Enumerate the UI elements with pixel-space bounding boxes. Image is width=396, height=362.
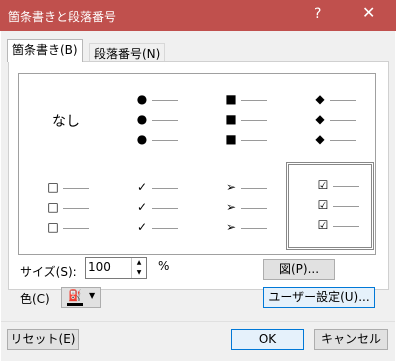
- cancel-button[interactable]: キャンセル: [314, 329, 388, 350]
- reset-button[interactable]: リセット(E): [7, 329, 79, 350]
- filled-circle-icon: ●: [136, 92, 148, 106]
- bullet-option-hollow-square[interactable]: □ □ □: [19, 164, 103, 244]
- diamond-icon: ◆: [315, 112, 325, 126]
- diamond-icon: ◆: [315, 92, 325, 106]
- color-picker-button[interactable]: ⛽ ▼: [61, 287, 101, 308]
- tab-bullets-label: 箇条書き(B): [12, 43, 78, 57]
- none-label: なし: [52, 114, 80, 130]
- bullet-option-arrowhead[interactable]: ➢ ➢ ➢: [197, 164, 281, 244]
- close-button[interactable]: ✕: [362, 3, 375, 22]
- customize-button[interactable]: ユーザー設定(U)...: [263, 287, 375, 308]
- checkbox-icon: ☑: [317, 198, 329, 212]
- size-unit: %: [158, 259, 170, 273]
- window-title: 箇条書きと段落番号: [8, 10, 117, 24]
- hollow-square-icon: □: [47, 220, 59, 234]
- bullet-option-check[interactable]: ✓ ✓ ✓: [108, 164, 192, 244]
- check-icon: ✓: [136, 180, 148, 194]
- check-icon: ✓: [136, 200, 148, 214]
- arrowhead-icon: ➢: [225, 220, 237, 234]
- hollow-square-icon: □: [47, 180, 59, 194]
- checkbox-icon: ☑: [317, 178, 329, 192]
- bullet-option-none[interactable]: なし: [19, 74, 103, 154]
- chevron-down-icon: ▼: [89, 291, 96, 300]
- filled-circle-icon: ●: [136, 112, 148, 126]
- tab-numbering-label: 段落番号(N): [94, 47, 161, 61]
- filled-square-icon: ■: [225, 92, 237, 106]
- bullets-tab-pane: なし ● ● ● ■ ■ ■ ◆ ◆ ◆ □ □ □ ✓ ✓ ✓ ➢ ➢ ➢ ☑…: [8, 61, 389, 290]
- spin-down-icon[interactable]: ▼: [132, 268, 146, 278]
- size-input[interactable]: [88, 259, 128, 275]
- bullet-option-filled-square[interactable]: ■ ■ ■: [197, 74, 281, 154]
- filled-square-icon: ■: [225, 132, 237, 146]
- size-label: サイズ(S):: [20, 265, 77, 279]
- bullet-option-diamond[interactable]: ◆ ◆ ◆: [286, 74, 370, 154]
- color-swatch: [67, 303, 83, 306]
- size-spin-buttons[interactable]: ▲ ▼: [131, 258, 146, 278]
- tab-bullets[interactable]: 箇条書き(B): [7, 39, 83, 62]
- filled-square-icon: ■: [225, 112, 237, 126]
- divider: [1, 321, 395, 322]
- filled-circle-icon: ●: [136, 132, 148, 146]
- dialog-body: 箇条書き(B) 段落番号(N) なし ● ● ● ■ ■ ■ ◆ ◆ ◆ □ □…: [1, 31, 395, 361]
- picture-button[interactable]: 図(P)...: [263, 259, 335, 280]
- diamond-icon: ◆: [315, 132, 325, 146]
- check-icon: ✓: [136, 220, 148, 234]
- arrowhead-icon: ➢: [225, 180, 237, 194]
- spin-up-icon[interactable]: ▲: [132, 258, 146, 268]
- help-button[interactable]: ?: [314, 6, 321, 22]
- bullet-option-checkbox-selected[interactable]: ☑ ☑ ☑: [286, 162, 374, 250]
- title-bar: 箇条書きと段落番号 ? ✕: [0, 0, 396, 31]
- bullet-gallery: なし ● ● ● ■ ■ ■ ◆ ◆ ◆ □ □ □ ✓ ✓ ✓ ➢ ➢ ➢ ☑…: [18, 73, 376, 255]
- ok-button[interactable]: OK: [231, 329, 304, 350]
- checkbox-icon: ☑: [317, 218, 329, 232]
- bullet-option-filled-circle[interactable]: ● ● ●: [108, 74, 192, 154]
- size-spinner[interactable]: ▲ ▼: [85, 257, 147, 279]
- hollow-square-icon: □: [47, 200, 59, 214]
- color-label: 色(C): [20, 292, 50, 306]
- arrowhead-icon: ➢: [225, 200, 237, 214]
